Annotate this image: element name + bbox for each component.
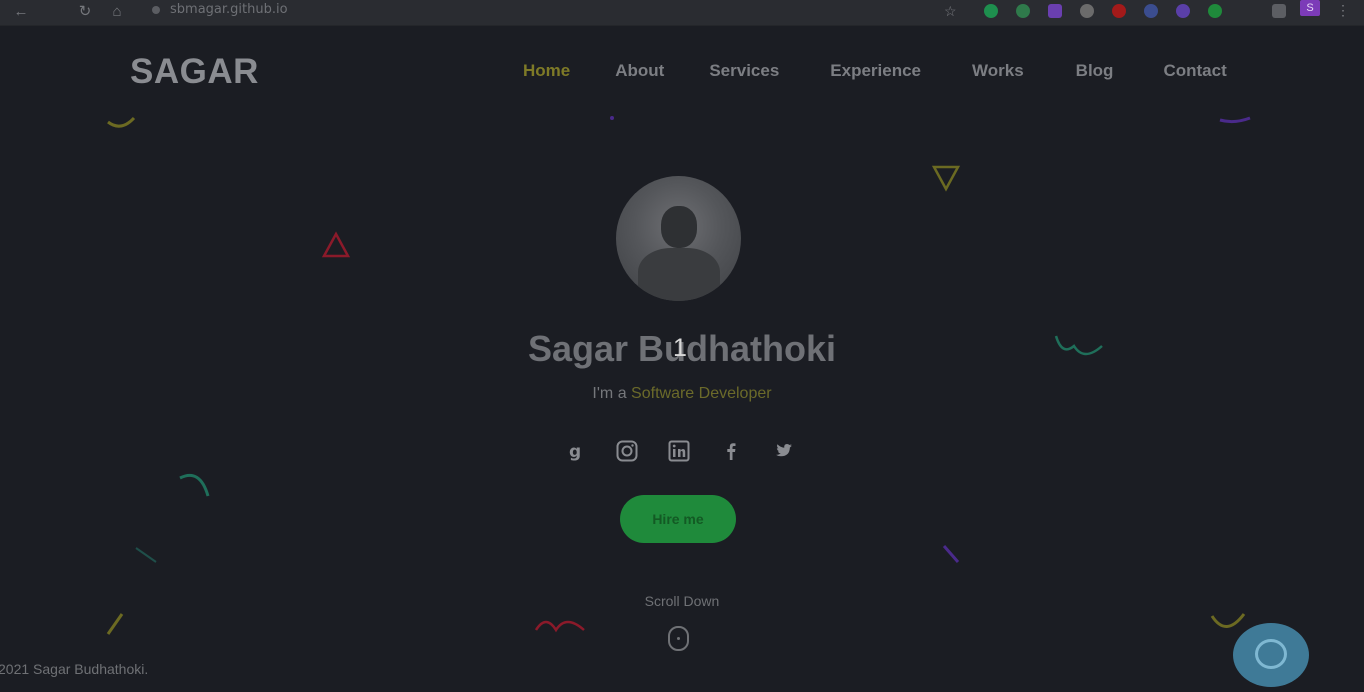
chat-bubble-icon [1255, 639, 1287, 669]
chat-widget-button[interactable] [1233, 623, 1309, 687]
hire-me-button[interactable]: Hire me [620, 495, 736, 543]
main-nav: Home About Services Experience Works Blo… [523, 61, 1227, 81]
social-links: g [564, 440, 824, 462]
site-logo[interactable]: SAGAR [130, 52, 259, 92]
nav-home[interactable]: Home [523, 61, 570, 81]
nav-blog[interactable]: Blog [1076, 61, 1114, 81]
scroll-down-label[interactable]: Scroll Down [0, 593, 1364, 609]
tagline-prefix: I'm a [592, 385, 632, 402]
nav-works[interactable]: Works [972, 61, 1024, 81]
nav-experience[interactable]: Experience [830, 61, 921, 81]
footer-copyright: 2021 Sagar Budhathoki. [0, 661, 149, 677]
facebook-icon[interactable] [720, 440, 742, 462]
svg-text:g: g [569, 442, 581, 462]
nav-contact[interactable]: Contact [1163, 61, 1226, 81]
google-icon[interactable]: g [564, 440, 586, 462]
profile-photo [616, 176, 741, 301]
overlay-counter: 1 [673, 334, 687, 362]
linkedin-icon[interactable] [668, 440, 690, 462]
tagline-role: Software Developer [631, 385, 772, 402]
twitter-icon[interactable] [772, 440, 794, 462]
nav-services[interactable]: Services [709, 61, 779, 81]
instagram-icon[interactable] [616, 440, 638, 462]
nav-about[interactable]: About [615, 61, 664, 81]
hero-tagline: I'm a Software Developer [0, 385, 1364, 403]
mouse-scroll-icon[interactable] [668, 626, 689, 651]
